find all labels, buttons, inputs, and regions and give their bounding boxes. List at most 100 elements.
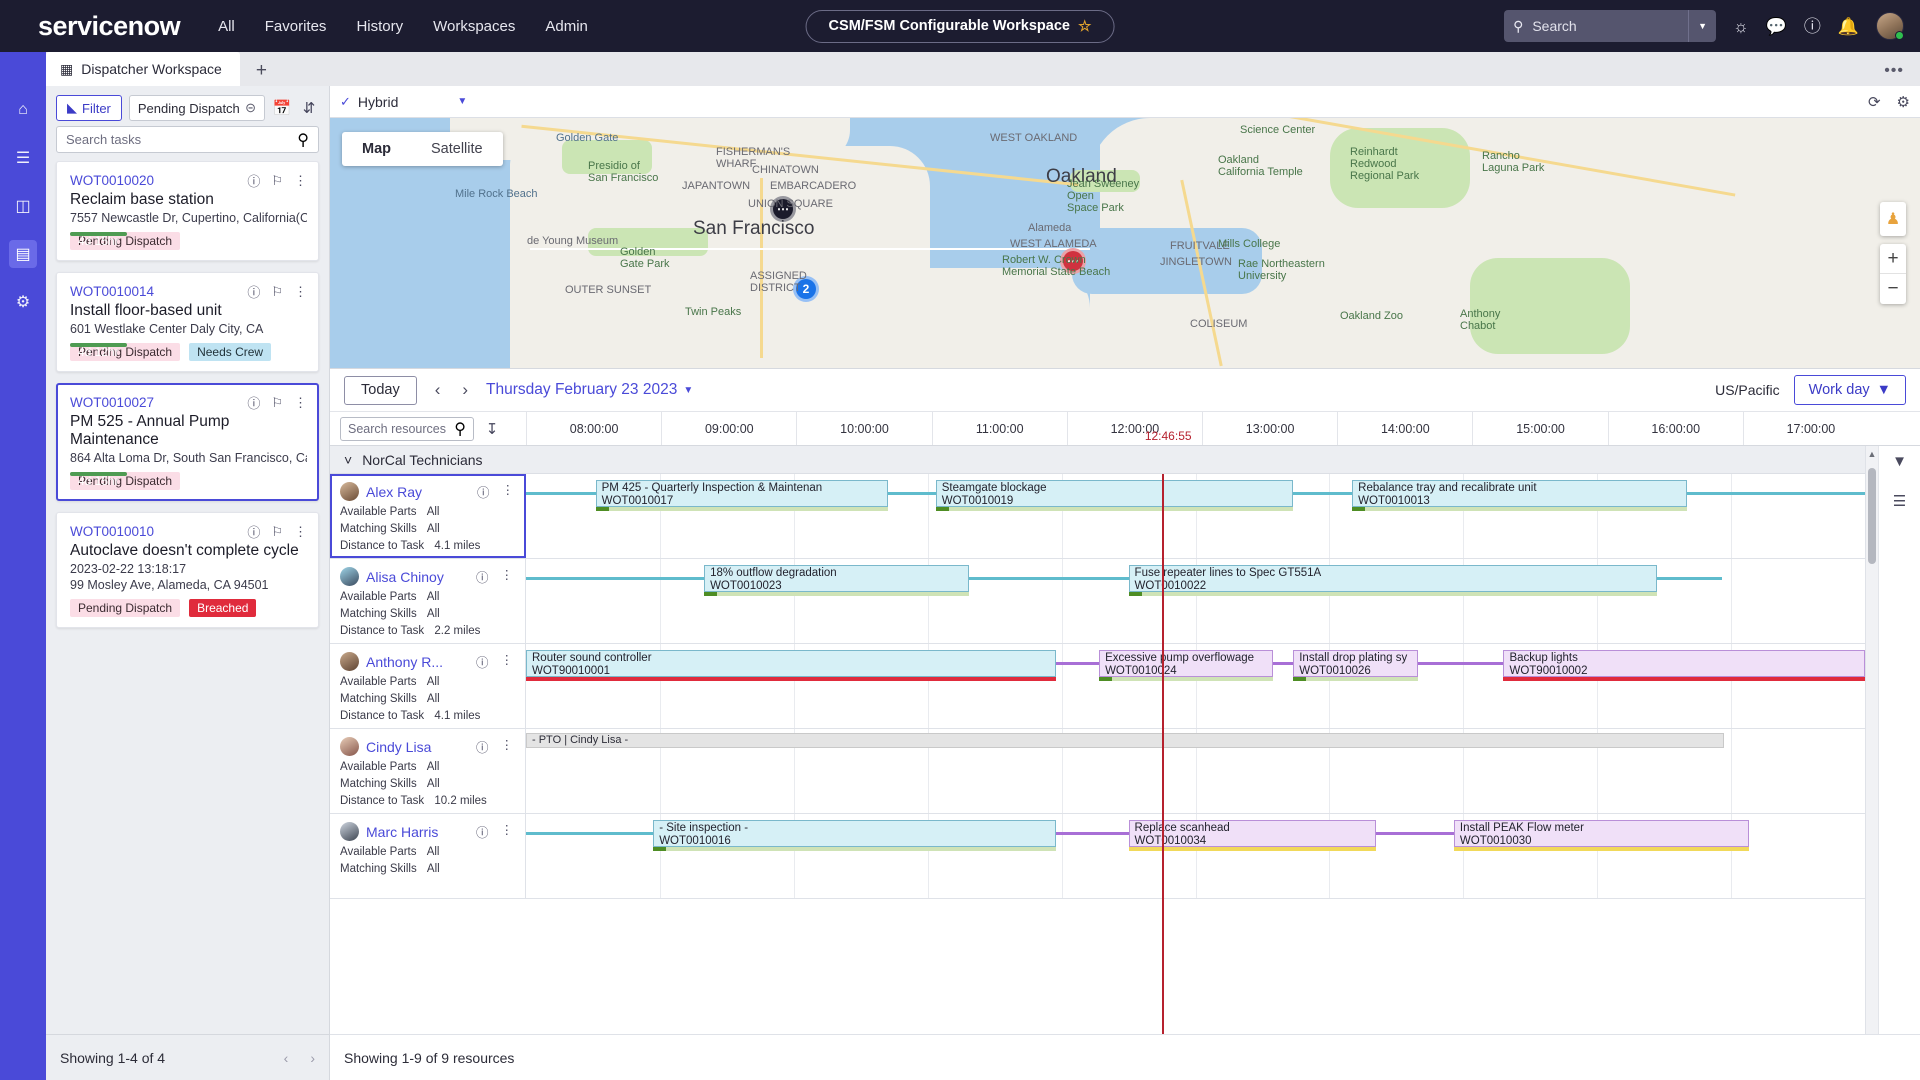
chevron-right-icon[interactable]: ›: [458, 380, 472, 400]
task-number[interactable]: WOT0010010: [70, 524, 154, 539]
resource-timeline-lane[interactable]: PM 425 - Quarterly Inspection & Maintena…: [526, 474, 1865, 558]
task-card[interactable]: WOT0010020 ⓘ ⚐ ⋮ Reclaim base station 75…: [56, 161, 319, 261]
zoom-in-button[interactable]: +: [1880, 244, 1906, 274]
appointment-block[interactable]: Install drop plating sy WOT0010026: [1293, 650, 1418, 677]
appointment-block[interactable]: Steamgate blockage WOT0010019: [935, 480, 1294, 507]
resource-timeline-lane[interactable]: - Site inspection - WOT0010016 Replace s…: [526, 814, 1865, 898]
task-card[interactable]: WOT0010014 ⓘ ⚐ ⋮ Install floor-based uni…: [56, 272, 319, 372]
calendar-icon[interactable]: 📅: [272, 99, 292, 117]
nav-link-history[interactable]: History: [356, 18, 403, 35]
task-number[interactable]: WOT0010027: [70, 395, 154, 410]
resource-name[interactable]: Anthony R...: [366, 654, 469, 670]
dispatch-icon[interactable]: ▤: [9, 240, 37, 268]
task-card[interactable]: WOT0010010 ⓘ ⚐ ⋮ Autoclave doesn't compl…: [56, 512, 319, 628]
task-number[interactable]: WOT0010014: [70, 284, 154, 299]
refresh-icon[interactable]: ⟳: [1868, 93, 1881, 111]
search-icon[interactable]: ⚲: [454, 419, 466, 439]
chevron-left-icon[interactable]: ‹: [431, 380, 445, 400]
list-icon[interactable]: ☰: [9, 144, 37, 172]
search-resources-input[interactable]: [348, 421, 448, 436]
appointment-block[interactable]: Fuse repeater lines to Spec GT551A WOT00…: [1128, 565, 1658, 592]
chevron-down-icon[interactable]: ▼: [457, 96, 467, 107]
map-type-map[interactable]: Map: [342, 132, 411, 166]
map-zoom-controls[interactable]: + −: [1880, 244, 1906, 304]
pager-next-icon[interactable]: ›: [310, 1050, 315, 1066]
view-mode-button[interactable]: Work day ▼: [1793, 375, 1906, 405]
appointment-block[interactable]: - Site inspection - WOT0010016: [653, 820, 1057, 847]
tab-overflow-menu[interactable]: •••: [1884, 62, 1904, 80]
pto-block[interactable]: - PTO | Cindy Lisa -: [526, 733, 1725, 748]
pegman-icon[interactable]: ♟: [1880, 202, 1906, 236]
resource-info-cell[interactable]: Alex Ray ⓘ ⋮ Available Parts All Matchin…: [330, 474, 526, 558]
map-canvas[interactable]: Map Satellite ⋯ ⋯ 2 ▯ ♟ + − San Francisc…: [330, 118, 1920, 368]
map-type-switch[interactable]: Map Satellite: [342, 132, 503, 166]
conversations-icon[interactable]: 💬: [1766, 18, 1787, 35]
tab-dispatcher-workspace[interactable]: ▦ Dispatcher Workspace: [46, 52, 240, 86]
appointment-block[interactable]: Backup lights WOT90010002: [1503, 650, 1865, 677]
globe-icon[interactable]: ☼: [1733, 18, 1749, 35]
appointment-block[interactable]: Rebalance tray and recalibrate unit WOT0…: [1352, 480, 1687, 507]
more-icon[interactable]: ⋮: [502, 482, 515, 501]
search-input[interactable]: [1532, 18, 1663, 34]
chevron-down-icon[interactable]: ▼: [683, 385, 693, 396]
agent-icon[interactable]: ⚙: [9, 288, 37, 316]
appointment-block[interactable]: Router sound controller WOT90010001: [526, 650, 1057, 677]
today-button[interactable]: Today: [344, 375, 417, 405]
nav-link-favorites[interactable]: Favorites: [265, 18, 327, 35]
more-icon[interactable]: ⋮: [294, 284, 307, 300]
resource-info-cell[interactable]: Anthony R... ⓘ ⋮ Available Parts All Mat…: [330, 644, 526, 728]
flag-icon[interactable]: ⚐: [271, 284, 283, 300]
info-icon[interactable]: ⓘ: [247, 393, 260, 412]
clear-circle-icon[interactable]: ⊝: [245, 100, 256, 116]
resource-name[interactable]: Alisa Chinoy: [366, 569, 469, 585]
resource-name[interactable]: Marc Harris: [366, 824, 469, 840]
map-type-satellite[interactable]: Satellite: [411, 132, 503, 166]
resource-name[interactable]: Alex Ray: [366, 484, 470, 500]
resource-info-cell[interactable]: Cindy Lisa ⓘ ⋮ Available Parts All Match…: [330, 729, 526, 813]
add-tab-button[interactable]: +: [256, 60, 267, 82]
resource-row[interactable]: Marc Harris ⓘ ⋮ Available Parts All Matc…: [330, 814, 1865, 899]
scheduler-date-picker[interactable]: Thursday February 23 2023 ▼: [486, 381, 693, 399]
search-icon[interactable]: ⚲: [297, 130, 309, 150]
resource-row[interactable]: Cindy Lisa ⓘ ⋮ Available Parts All Match…: [330, 729, 1865, 814]
chevron-down-icon[interactable]: ˅: [344, 452, 352, 468]
more-icon[interactable]: ⋮: [501, 652, 514, 671]
task-number[interactable]: WOT0010020: [70, 173, 154, 188]
appointment-block[interactable]: Install PEAK Flow meter WOT0010030: [1453, 820, 1749, 847]
nav-link-admin[interactable]: Admin: [545, 18, 588, 35]
cards-icon[interactable]: ◫: [9, 192, 37, 220]
more-icon[interactable]: ⋮: [294, 173, 307, 189]
more-icon[interactable]: ⋮: [501, 822, 514, 841]
active-filter-chip[interactable]: Pending Dispatch ⊝: [128, 95, 265, 121]
resource-group-header[interactable]: ˅ NorCal Technicians: [330, 446, 1865, 474]
resource-info-cell[interactable]: Alisa Chinoy ⓘ ⋮ Available Parts All Mat…: [330, 559, 526, 643]
resource-timeline-lane[interactable]: - PTO | Cindy Lisa -: [526, 729, 1865, 813]
more-icon[interactable]: ⋮: [501, 567, 514, 586]
info-icon[interactable]: ⓘ: [247, 282, 260, 301]
global-search[interactable]: ⚲ ▼: [1504, 10, 1717, 42]
more-icon[interactable]: ⋮: [294, 524, 307, 540]
resource-timeline-lane[interactable]: 18% outflow degradation WOT0010023 Fuse …: [526, 559, 1865, 643]
servicenow-logo[interactable]: servicenow: [38, 11, 181, 42]
workspace-title-pill[interactable]: CSM/FSM Configurable Workspace ☆: [805, 9, 1115, 43]
flag-icon[interactable]: ⚐: [271, 173, 283, 189]
vertical-scrollbar[interactable]: ▲: [1865, 446, 1878, 1034]
sort-icon[interactable]: ⇵: [299, 99, 319, 117]
info-icon[interactable]: ⓘ: [476, 737, 489, 756]
search-tasks-input[interactable]: [66, 132, 266, 147]
avatar[interactable]: [1876, 12, 1904, 40]
filter-button[interactable]: ◣ Filter: [56, 95, 122, 121]
info-icon[interactable]: ⓘ: [247, 171, 260, 190]
star-outline-icon[interactable]: ☆: [1078, 17, 1091, 35]
pager-prev-icon[interactable]: ‹: [284, 1050, 289, 1066]
map-view-selector[interactable]: ✓ Hybrid ▼: [340, 94, 467, 110]
appointment-block[interactable]: 18% outflow degradation WOT0010023: [704, 565, 970, 592]
scroll-up-arrow[interactable]: ▲: [1866, 449, 1878, 459]
resource-row[interactable]: Alisa Chinoy ⓘ ⋮ Available Parts All Mat…: [330, 559, 1865, 644]
task-card-list[interactable]: WOT0010020 ⓘ ⚐ ⋮ Reclaim base station 75…: [46, 161, 329, 1034]
flag-icon[interactable]: ⚐: [271, 524, 283, 540]
appointment-block[interactable]: Replace scanhead WOT0010034: [1128, 820, 1377, 847]
gear-icon[interactable]: ⚙: [1897, 93, 1910, 111]
nav-link-all[interactable]: All: [218, 18, 235, 35]
sort-desc-icon[interactable]: ↧: [482, 420, 502, 438]
